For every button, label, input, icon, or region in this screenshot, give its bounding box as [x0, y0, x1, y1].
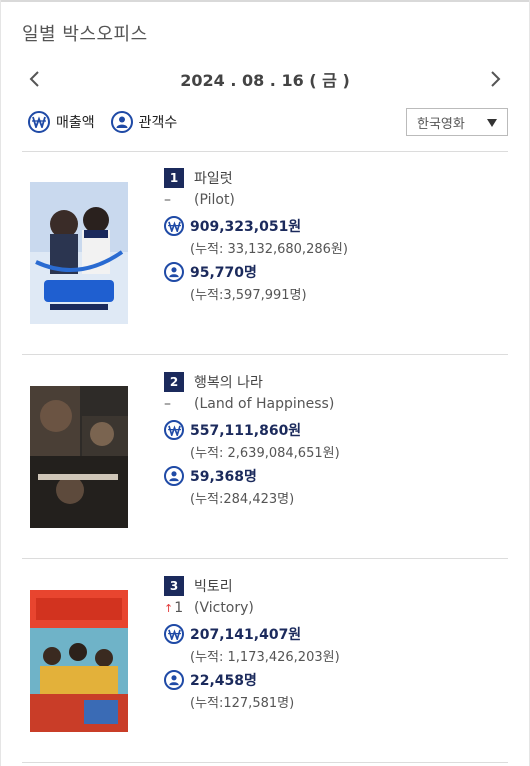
won-icon [164, 216, 184, 236]
audience-row: 22,458명 [164, 670, 257, 690]
audience-total-row: (누적:127,581명) [190, 692, 294, 711]
movie-poster [30, 182, 128, 324]
rank-change: – [164, 192, 171, 208]
original-title: (Victory) [194, 600, 254, 616]
current-date: 2024 . 08 . 16 ( 금 ) [180, 71, 350, 90]
original-title: (Pilot) [194, 192, 235, 208]
person-icon [164, 262, 184, 282]
left-border [0, 0, 1, 766]
cumulative-sales: (누적: 1,173,426,203원) [190, 650, 340, 665]
movie-title: 파일럿 [194, 171, 233, 187]
person-icon [164, 466, 184, 486]
won-icon [28, 111, 50, 133]
sales-row: 557,111,860원 [164, 420, 301, 440]
sales-total-row: (누적: 1,173,426,203원) [190, 646, 340, 665]
movie-title-row: 3 빅토리 [164, 576, 233, 596]
top-border [0, 0, 530, 2]
arrow-up-icon: ↑ [164, 602, 174, 615]
daily-audience: 22,458명 [190, 673, 257, 689]
person-icon [110, 111, 133, 133]
metric-toggles: 매출액 관객수 [28, 108, 193, 136]
movie-poster [30, 590, 128, 732]
audience-total-row: (누적:3,597,991명) [190, 284, 307, 303]
sales-total-row: (누적: 2,639,084,651원) [190, 442, 340, 461]
next-date-button[interactable] [484, 68, 506, 90]
dropdown-arrow-icon [487, 119, 497, 127]
audience-row: 59,368명 [164, 466, 257, 486]
movie-title-row: 1 파일럿 [164, 168, 233, 188]
daily-sales: 909,323,051원 [190, 219, 302, 235]
cumulative-audience: (누적:127,581명) [190, 696, 295, 711]
movie-subtitle-row: ↑1 (Victory) [164, 600, 254, 616]
movie-subtitle-row: – (Land of Happiness) [164, 396, 334, 412]
movie-type-select[interactable]: 한국영화 [406, 108, 508, 136]
movie-title-row: 2 행복의 나라 [164, 372, 263, 392]
won-icon [164, 624, 184, 644]
cumulative-audience: (누적:3,597,991명) [190, 288, 307, 303]
rank-badge: 1 [164, 168, 184, 188]
sales-toggle-label: 매출액 [56, 115, 95, 131]
sales-toggle[interactable]: 매출액 [28, 111, 95, 133]
original-title: (Land of Happiness) [194, 396, 335, 412]
daily-audience: 95,770명 [190, 265, 257, 281]
chevron-right-icon [491, 71, 501, 87]
cumulative-audience: (누적:284,423명) [190, 492, 295, 507]
page-title: 일별 박스오피스 [22, 24, 148, 45]
cumulative-sales: (누적: 33,132,680,286원) [190, 242, 348, 257]
rank-change: ↑1 [164, 600, 194, 616]
audience-row: 95,770명 [164, 262, 257, 282]
movie-item[interactable]: 2 행복의 나라 – (Land of Happiness) 557,111,8… [22, 370, 508, 550]
movie-item[interactable]: 3 빅토리 ↑1 (Victory) 207,141,407원 (누적: 1,1… [22, 574, 508, 754]
won-icon [164, 420, 184, 440]
daily-audience: 59,368명 [190, 469, 257, 485]
audience-total-row: (누적:284,423명) [190, 488, 294, 507]
divider [22, 354, 508, 355]
rank-badge: 3 [164, 576, 184, 596]
movie-title: 빅토리 [194, 579, 233, 595]
audience-toggle-label: 관객수 [138, 115, 178, 131]
movie-poster [30, 386, 128, 528]
sales-total-row: (누적: 33,132,680,286원) [190, 238, 348, 257]
audience-toggle[interactable]: 관객수 [110, 111, 178, 133]
divider [22, 558, 508, 559]
movie-item[interactable]: 1 파일럿 – (Pilot) 909,323,051원 (누적: 33,132… [22, 166, 508, 346]
movie-type-value: 한국영화 [417, 116, 465, 132]
daily-sales: 557,111,860원 [190, 423, 302, 439]
movie-subtitle-row: – (Pilot) [164, 192, 235, 208]
movie-title: 행복의 나라 [194, 375, 263, 391]
date-navigator: 2024 . 08 . 16 ( 금 ) [22, 62, 508, 96]
person-icon [164, 670, 184, 690]
sales-row: 909,323,051원 [164, 216, 301, 236]
rank-change: – [164, 396, 171, 412]
cumulative-sales: (누적: 2,639,084,651원) [190, 446, 340, 461]
rank-badge: 2 [164, 372, 184, 392]
daily-sales: 207,141,407원 [190, 627, 302, 643]
divider [22, 762, 508, 763]
rank-change-value: 1 [174, 600, 184, 616]
sales-row: 207,141,407원 [164, 624, 301, 644]
divider [22, 151, 508, 152]
